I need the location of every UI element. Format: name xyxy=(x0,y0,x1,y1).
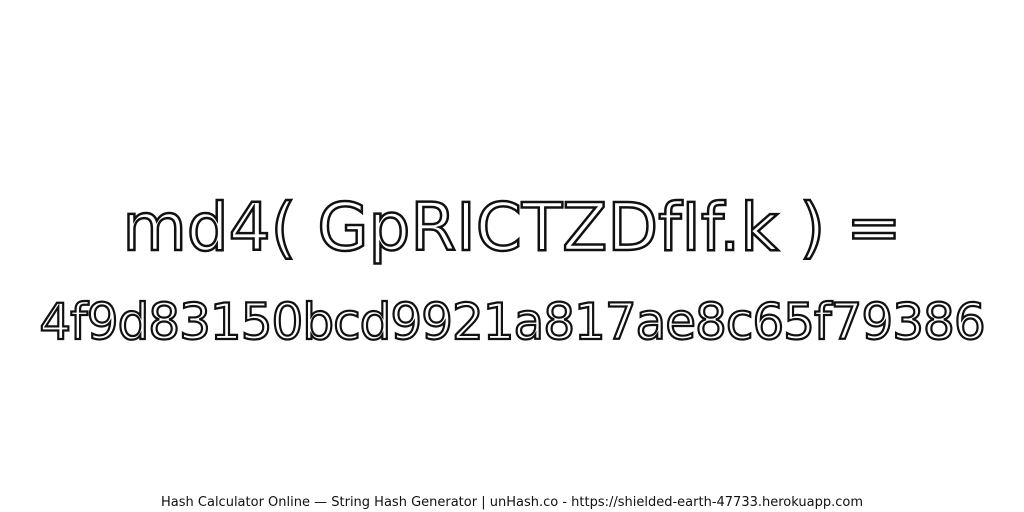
hash-image: md4( GpRICTZDfIf.k ) = 4f9d83150bcd9921a… xyxy=(0,0,1024,512)
hash-result: 4f9d83150bcd9921a817ae8c65f79386 xyxy=(38,292,986,352)
hash-expression: md4( GpRICTZDfIf.k ) = xyxy=(121,188,903,268)
footer-caption: Hash Calculator Online — String Hash Gen… xyxy=(161,495,863,510)
